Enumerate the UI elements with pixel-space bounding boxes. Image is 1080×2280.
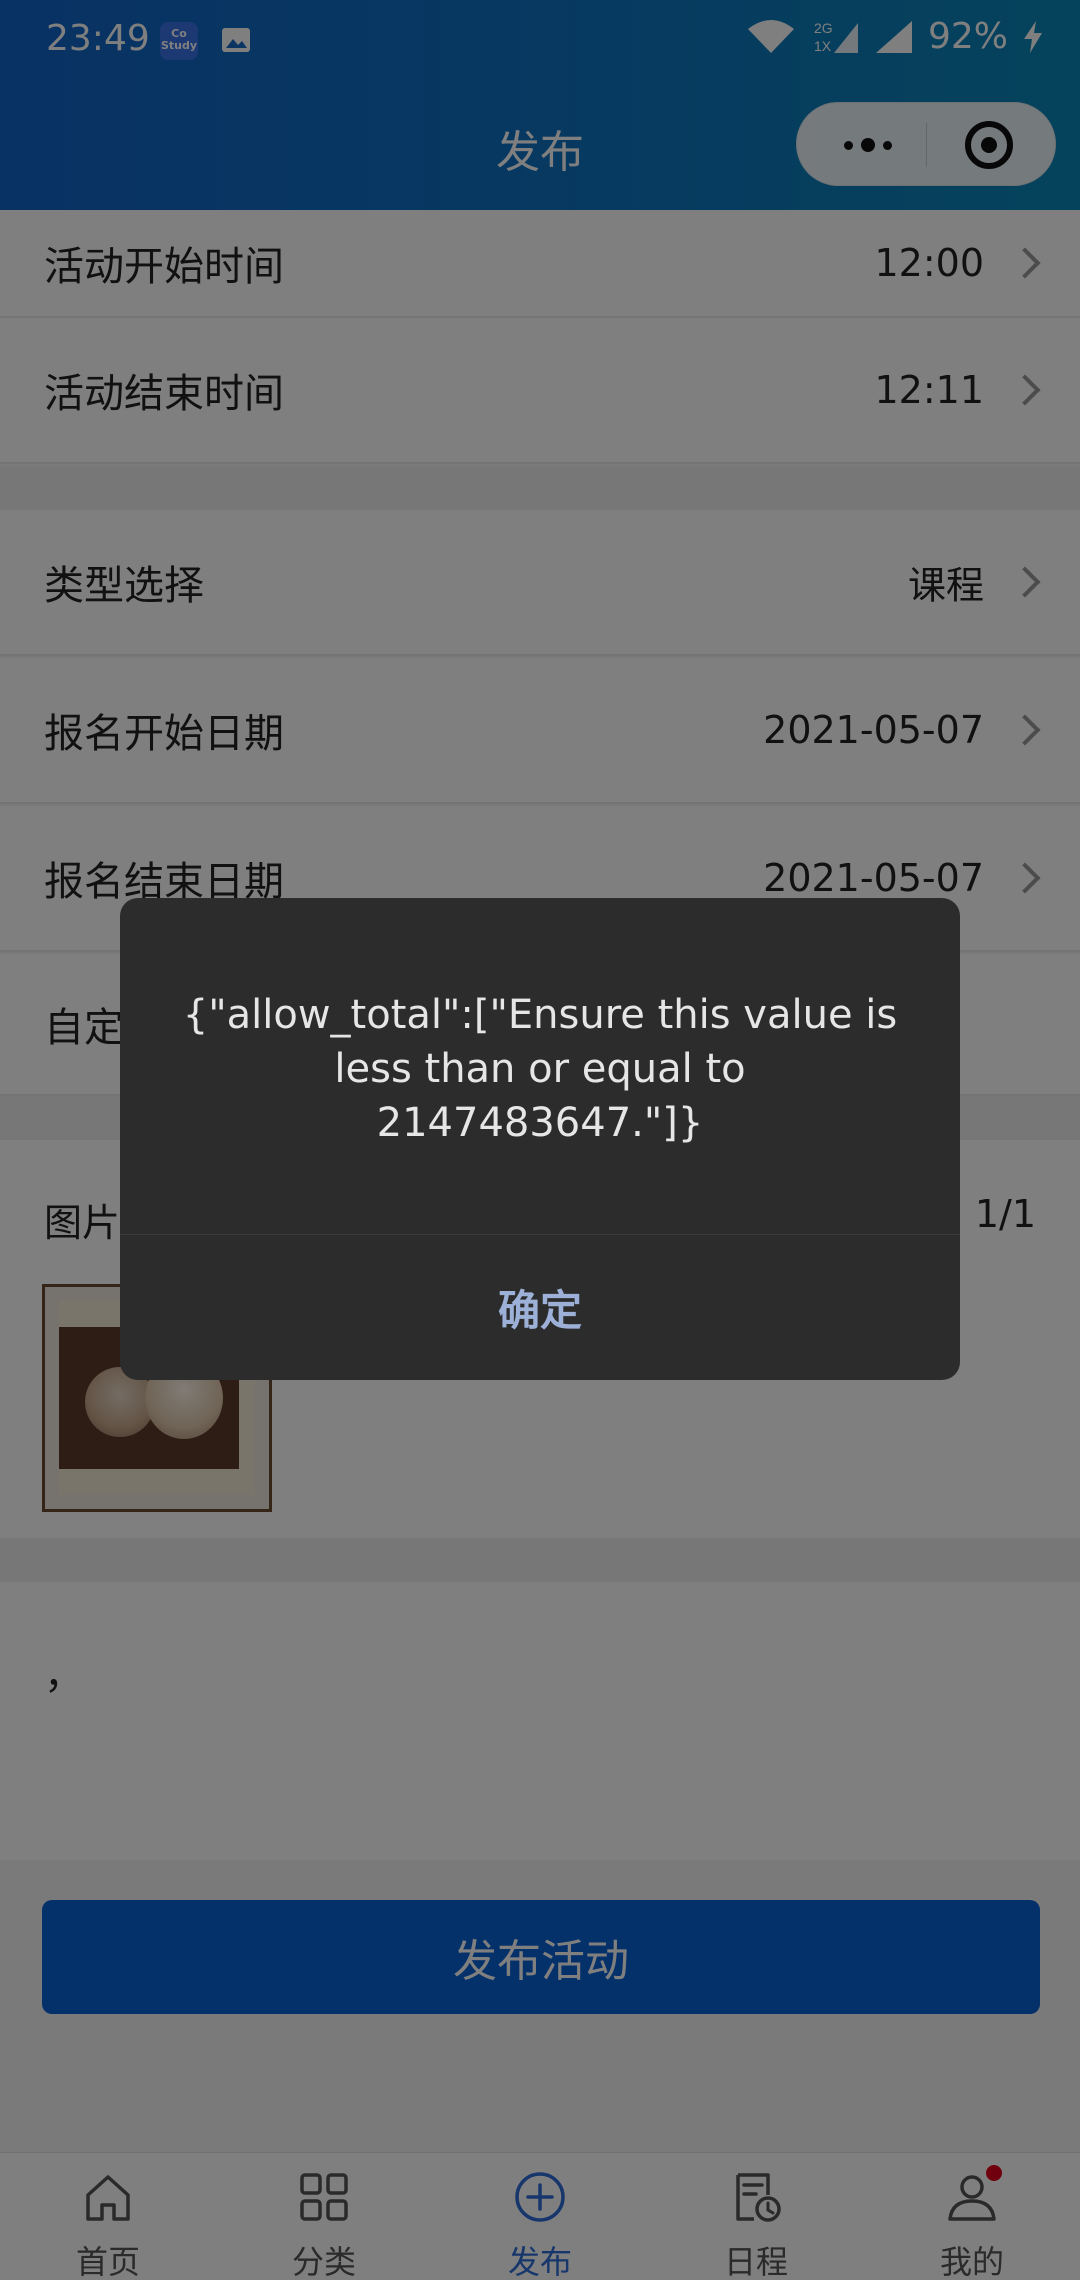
dialog-confirm-button[interactable]: 确定 (120, 1234, 960, 1380)
dialog-message: {"allow_total":["Ensure this value is le… (182, 992, 898, 1146)
error-dialog: {"allow_total":["Ensure this value is le… (120, 898, 960, 1380)
